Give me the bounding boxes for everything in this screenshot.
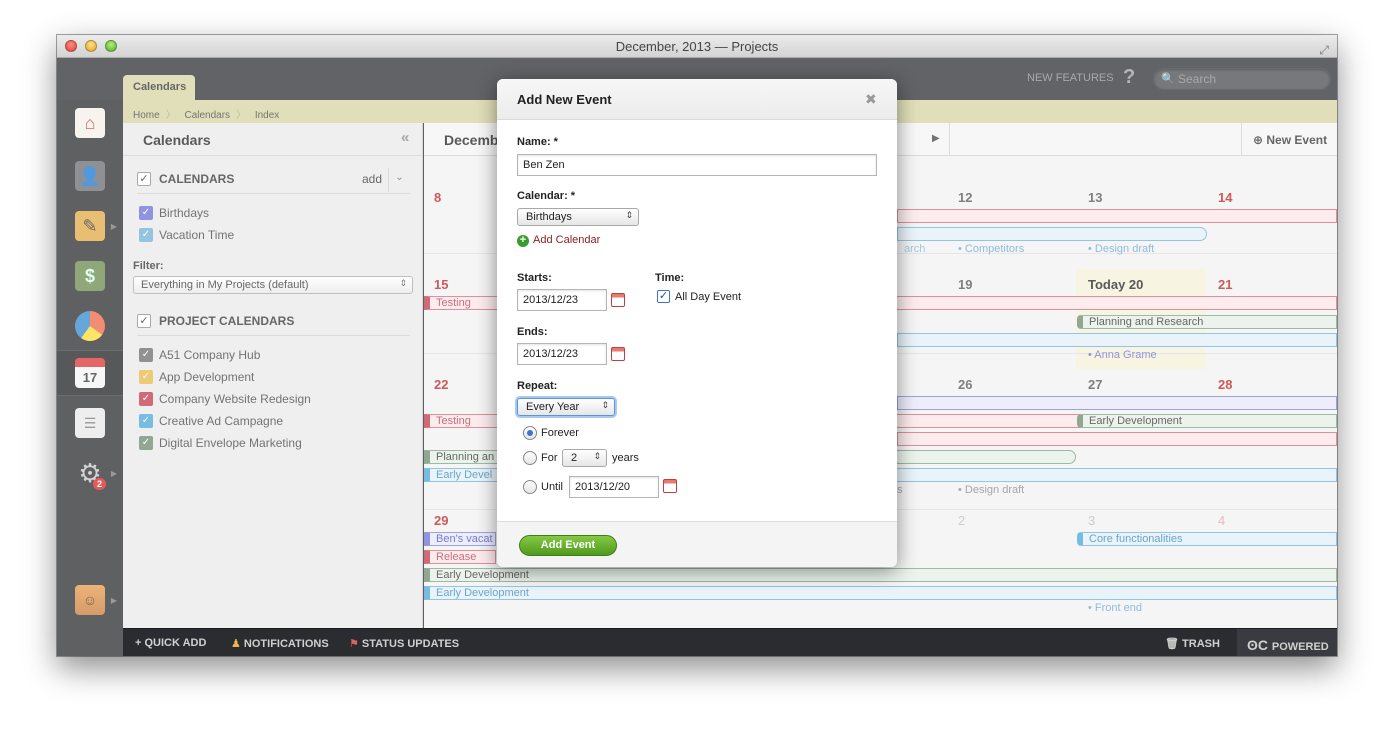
forever-label: Forever — [541, 427, 579, 439]
starts-date-input[interactable]: 2013/12/23 — [517, 289, 607, 311]
add-event-modal: Add New Event ✖ Name: * Ben Zen Calendar… — [497, 79, 897, 567]
calendar-picker-icon[interactable] — [663, 479, 677, 493]
trash-icon: 🗑 — [1165, 638, 1183, 650]
all-day-checkbox[interactable]: ✓ — [657, 290, 670, 303]
bottom-bar: + QUICK ADD ♟ NOTIFICATIONS ⚑ STATUS UPD… — [123, 628, 1337, 656]
name-label: Name: * — [517, 136, 558, 148]
calendar-picker-icon[interactable] — [611, 347, 625, 361]
name-input[interactable]: Ben Zen — [517, 154, 877, 176]
calendar-select-value: Birthdays — [526, 211, 572, 223]
forever-radio[interactable] — [523, 426, 537, 440]
until-radio[interactable] — [523, 480, 537, 494]
add-calendar-link[interactable]: + Add Calendar — [517, 234, 600, 247]
minimize-window-button[interactable] — [85, 40, 97, 52]
calendar-picker-icon[interactable] — [611, 293, 625, 307]
trash-button[interactable]: 🗑 TRASH — [1165, 637, 1220, 650]
until-date-input[interactable]: 2013/12/20 — [569, 476, 659, 498]
close-icon[interactable]: ✖ — [865, 91, 877, 108]
status-updates-label: STATUS UPDATES — [361, 638, 460, 650]
window-title: December, 2013 — Projects — [615, 39, 779, 54]
zoom-window-button[interactable] — [105, 40, 117, 52]
for-radio[interactable] — [523, 451, 537, 465]
notifications-button[interactable]: ♟ NOTIFICATIONS — [231, 637, 329, 650]
repeat-label: Repeat: — [517, 380, 558, 392]
flag-icon: ⚑ — [349, 638, 362, 650]
quick-add-button[interactable]: + QUICK ADD — [135, 637, 206, 649]
powered-label: POWERED — [1271, 641, 1329, 653]
status-updates-button[interactable]: ⚑ STATUS UPDATES — [349, 637, 459, 650]
until-label: Until — [541, 481, 564, 493]
for-count-select[interactable]: 2 ⇕ — [562, 449, 607, 467]
repeat-select-value: Every Year — [526, 401, 580, 413]
close-window-button[interactable] — [65, 40, 77, 52]
plus-circle-icon: + — [517, 235, 529, 247]
for-label: For — [541, 452, 558, 464]
modal-footer: Add Event — [497, 521, 897, 567]
bell-icon: ♟ — [231, 638, 244, 650]
modal-title: Add New Event — [517, 92, 612, 107]
title-bar: December, 2013 — Projects ⤢ — [57, 35, 1337, 58]
all-day-label: All Day Event — [675, 291, 742, 303]
ends-date-input[interactable]: 2013/12/23 — [517, 343, 607, 365]
time-label: Time: — [655, 272, 685, 284]
ends-label: Ends: — [517, 326, 548, 338]
years-label: years — [612, 452, 639, 464]
calendar-label: Calendar: * — [517, 190, 576, 202]
add-event-button[interactable]: Add Event — [519, 535, 617, 556]
powered-badge[interactable]: ʘC POWERED — [1237, 629, 1337, 656]
trash-label: TRASH — [1182, 638, 1220, 650]
modal-header: Add New Event ✖ — [497, 79, 897, 120]
logo-icon: ʘC — [1247, 637, 1272, 653]
add-calendar-label: Add Calendar — [533, 234, 601, 246]
calendar-select[interactable]: Birthdays ⇕ — [517, 208, 639, 226]
repeat-select[interactable]: Every Year ⇕ — [517, 398, 615, 416]
select-arrows-icon: ⇕ — [593, 451, 601, 461]
for-count-value: 2 — [571, 452, 578, 464]
select-arrows-icon: ⇕ — [601, 400, 609, 410]
select-arrows-icon: ⇕ — [625, 210, 633, 220]
quick-add-label: QUICK ADD — [144, 637, 207, 649]
starts-label: Starts: — [517, 272, 552, 284]
notifications-label: NOTIFICATIONS — [243, 638, 329, 650]
